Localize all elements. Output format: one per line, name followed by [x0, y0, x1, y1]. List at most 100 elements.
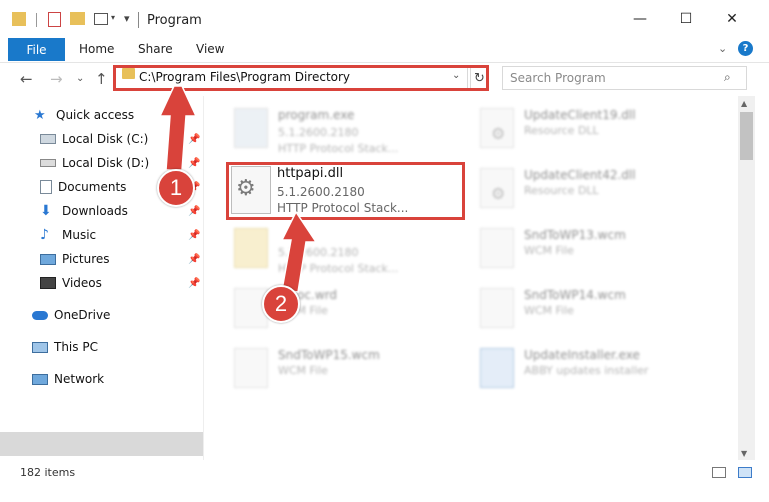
- network-icon: [32, 373, 48, 385]
- sidebar-item-quick-access[interactable]: ★ Quick access: [34, 104, 134, 126]
- list-item[interactable]: SndToWP15.wcm WCM File: [232, 342, 472, 398]
- sidebar-item-local-disk-c[interactable]: Local Disk (C:): [40, 128, 148, 150]
- file-name: httpapi.dll: [277, 166, 344, 181]
- drive-icon: [40, 134, 56, 144]
- sidebar-item-label: Quick access: [56, 108, 135, 122]
- exe-file-icon: [234, 108, 268, 148]
- gear-icon: ⚙: [236, 176, 256, 201]
- title-bar: ▾ ▾ Program — ☐ ✕: [0, 0, 769, 38]
- pin-icon[interactable]: 📌: [188, 278, 200, 289]
- file-description: HTTP Protocol Stack...: [278, 142, 399, 155]
- expand-ribbon-icon[interactable]: ⌄: [718, 42, 727, 55]
- star-icon: ★: [34, 108, 46, 123]
- scrollbar-thumb[interactable]: [740, 112, 753, 160]
- file-name: UpdateClient19.dll: [524, 108, 636, 122]
- maximize-button[interactable]: ☐: [663, 0, 709, 38]
- film-icon: [40, 277, 56, 289]
- pin-icon[interactable]: 📌: [188, 134, 200, 145]
- sidebar-item-label: Music: [62, 228, 97, 242]
- file-icon: [480, 288, 514, 328]
- file-type: Resource DLL: [524, 124, 599, 137]
- status-bar: [0, 460, 769, 484]
- file-list: program.exe 5.1.2600.2180 HTTP Protocol …: [208, 96, 738, 460]
- tab-home[interactable]: Home: [79, 42, 114, 56]
- sidebar-item-label: This PC: [54, 340, 98, 354]
- list-item[interactable]: ⚙ UpdateClient42.dll Resource DLL: [478, 162, 718, 218]
- sidebar-item-onedrive[interactable]: OneDrive: [32, 304, 110, 326]
- file-type: WCM File: [524, 244, 574, 257]
- sidebar-item-label: Documents: [58, 180, 127, 194]
- computer-icon: [32, 341, 48, 353]
- up-button[interactable]: ↑: [95, 70, 108, 88]
- new-folder-icon[interactable]: [70, 12, 85, 25]
- sidebar-item-this-pc[interactable]: This PC: [32, 336, 98, 358]
- list-item[interactable]: ⚙ UpdateClient19.dll Resource DLL: [478, 102, 718, 158]
- navigation-pane: ★ Quick access Local Disk (C:) 📌 Local D…: [0, 96, 203, 460]
- sidebar-item-label: Downloads: [62, 204, 128, 218]
- view-options-icon[interactable]: [94, 13, 108, 25]
- dll-file-icon: ⚙: [480, 108, 514, 148]
- tab-file[interactable]: File: [8, 38, 65, 61]
- picture-icon: [40, 253, 56, 265]
- file-version: 5.1.2600.2180: [277, 185, 365, 199]
- file-version: 5.1.2600.2180: [278, 126, 359, 139]
- sidebar-item-label: Pictures: [62, 252, 110, 266]
- minimize-button[interactable]: —: [617, 0, 663, 38]
- folder-icon: [234, 228, 268, 268]
- file-icon: [480, 228, 514, 268]
- file-type: WCM File: [524, 304, 574, 317]
- sidebar-item-documents[interactable]: Documents: [40, 176, 126, 198]
- pin-icon[interactable]: 📌: [188, 206, 200, 217]
- list-item[interactable]: program.exe 5.1.2600.2180 HTTP Protocol …: [232, 102, 472, 158]
- item-count: 182 items: [20, 466, 76, 479]
- customize-toolbar-icon[interactable]: ▾: [124, 12, 130, 32]
- tab-view[interactable]: View: [196, 42, 224, 56]
- download-arrow-icon: ⬇: [40, 203, 52, 219]
- back-button[interactable]: ←: [20, 70, 33, 88]
- search-placeholder: Search Program: [510, 71, 606, 85]
- document-icon: [40, 180, 52, 194]
- recent-locations-button[interactable]: ⌄: [76, 73, 84, 84]
- sidebar-item-local-disk-d[interactable]: Local Disk (D:): [40, 152, 149, 174]
- file-version: 5.1.2600.2180: [278, 246, 359, 259]
- sidebar-item-pictures[interactable]: Pictures: [40, 248, 110, 270]
- step-badge-1: 1: [157, 169, 195, 207]
- installer-icon: [480, 348, 514, 388]
- details-view-icon[interactable]: [712, 467, 726, 478]
- help-icon[interactable]: ?: [738, 41, 753, 56]
- sidebar-item-network[interactable]: Network: [32, 368, 104, 390]
- sidebar-item-music[interactable]: ♪ Music: [40, 224, 96, 246]
- file-name: SndToWP14.wcm: [524, 288, 626, 302]
- forward-button[interactable]: →: [50, 70, 63, 88]
- file-name: SndToWP13.wcm: [524, 228, 626, 242]
- cloud-icon: [32, 310, 48, 320]
- tab-share[interactable]: Share: [138, 42, 173, 56]
- file-icon: [234, 348, 268, 388]
- properties-icon[interactable]: [48, 12, 61, 27]
- folder-icon: [12, 12, 26, 26]
- close-button[interactable]: ✕: [709, 0, 755, 38]
- sidebar-item-label: Videos: [62, 276, 102, 290]
- scroll-up-icon[interactable]: ▲: [741, 99, 747, 108]
- list-item[interactable]: 5.1.2600.2180 HTTP Protocol Stack...: [232, 222, 472, 278]
- pin-icon[interactable]: 📌: [188, 254, 200, 265]
- search-icon[interactable]: ⌕: [724, 70, 731, 85]
- pin-icon[interactable]: 📌: [188, 230, 200, 241]
- sidebar-item-downloads[interactable]: ⬇ Downloads: [40, 200, 128, 222]
- scroll-down-icon[interactable]: ▼: [741, 449, 747, 458]
- list-item[interactable]: SndToWP13.wcm WCM File: [478, 222, 718, 278]
- file-name: UpdateClient42.dll: [524, 168, 636, 182]
- list-item[interactable]: SndToWP14.wcm WCM File: [478, 282, 718, 338]
- large-icons-view-icon[interactable]: [738, 467, 752, 478]
- selected-item-highlight: [0, 432, 203, 456]
- step-badge-2: 2: [262, 285, 300, 323]
- toolbar-divider: [36, 13, 37, 27]
- pin-icon[interactable]: 📌: [188, 158, 200, 169]
- address-highlight-box: [113, 65, 489, 91]
- chevron-down-icon[interactable]: ▾: [111, 13, 115, 33]
- list-item[interactable]: UpdateInstaller.exe ABBY updates install…: [478, 342, 718, 398]
- file-name: program.exe: [278, 108, 355, 122]
- gear-icon: ⚙: [491, 124, 506, 143]
- pane-divider: [203, 96, 204, 460]
- sidebar-item-videos[interactable]: Videos: [40, 272, 102, 294]
